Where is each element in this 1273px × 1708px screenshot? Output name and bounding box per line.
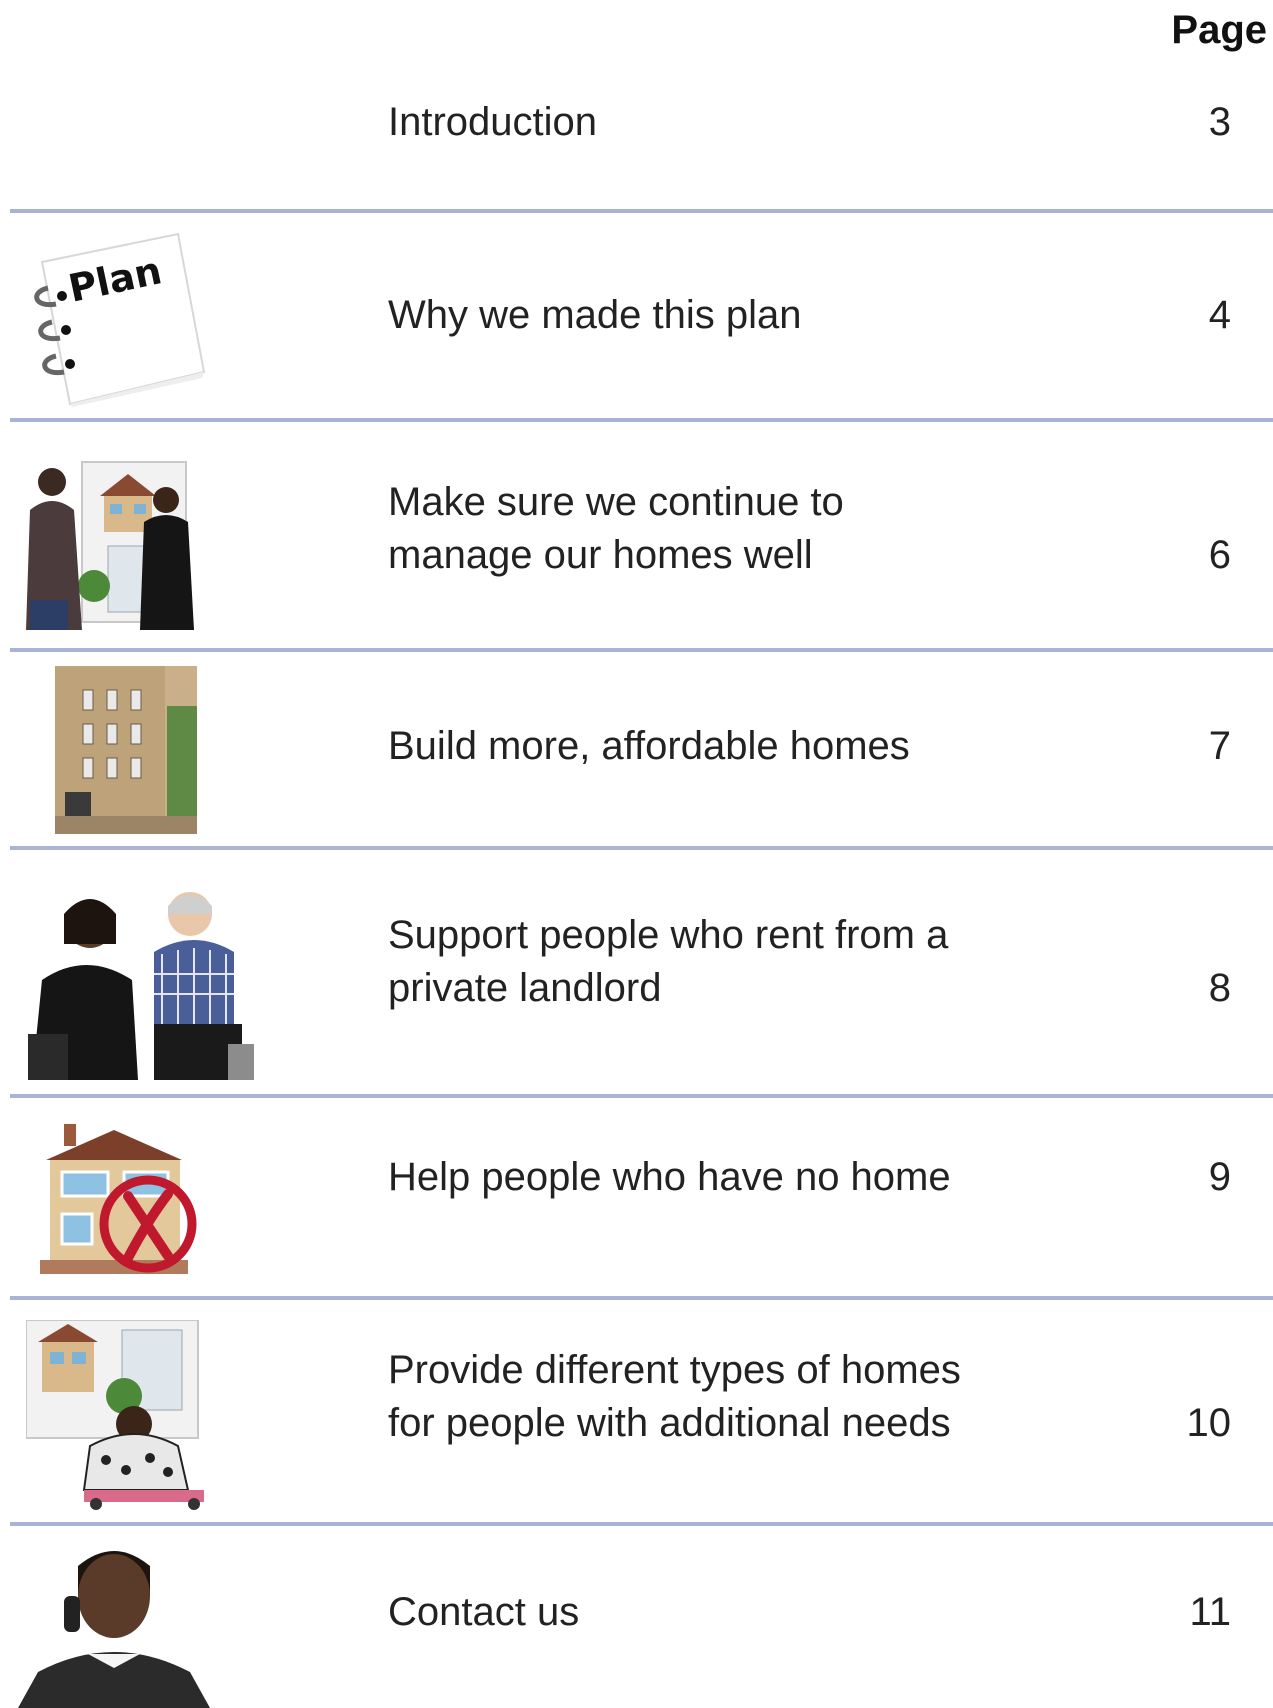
divider xyxy=(10,648,1273,652)
entry-title: Why we made this plan xyxy=(388,293,802,337)
entry-page-number: 11 xyxy=(1189,1590,1231,1634)
entry-page-number: 8 xyxy=(1208,966,1231,1010)
entry-title: Build more, affordable homes xyxy=(388,724,910,768)
entry-title: Help people who have no home xyxy=(388,1155,951,1199)
contents-entry-contact-us[interactable]: Contact us 11 xyxy=(0,1586,1273,1646)
contents-entry-additional-needs[interactable]: Provide different types of homes for peo… xyxy=(0,1344,1273,1454)
contents-entry-support-renters[interactable]: Support people who rent from a private l… xyxy=(0,909,1273,1019)
contents-entry-manage-homes[interactable]: Make sure we continue to manage our home… xyxy=(0,476,1273,586)
entry-title: Contact us xyxy=(388,1590,580,1634)
entry-title-line-2: for people with additional needs xyxy=(388,1401,951,1445)
contents-entry-no-home[interactable]: Help people who have no home 9 xyxy=(0,1151,1273,1211)
contents-entry-build-homes[interactable]: Build more, affordable homes 7 xyxy=(0,720,1273,780)
entry-title-line-1: Provide different types of homes xyxy=(388,1348,961,1392)
entry-page-number: 9 xyxy=(1208,1155,1231,1199)
contents-entry-introduction[interactable]: Introduction 3 xyxy=(0,96,1273,156)
entry-title-line-1: Support people who rent from a xyxy=(388,913,949,957)
entry-page-number: 3 xyxy=(1208,100,1231,144)
divider xyxy=(10,1522,1273,1526)
entry-page-number: 6 xyxy=(1208,533,1231,577)
page-column-header: Page xyxy=(1171,8,1267,52)
divider xyxy=(10,418,1273,422)
entry-title: Introduction xyxy=(388,100,598,144)
entry-title-line-2: private landlord xyxy=(388,966,662,1010)
entry-page-number: 10 xyxy=(1186,1401,1232,1445)
divider xyxy=(10,1094,1273,1098)
entry-title-line-1: Make sure we continue to xyxy=(388,480,844,524)
entry-title-line-2: manage our homes well xyxy=(388,533,813,577)
entry-page-number: 7 xyxy=(1208,724,1231,768)
divider xyxy=(10,1296,1273,1300)
divider xyxy=(10,209,1273,213)
entry-page-number: 4 xyxy=(1208,293,1231,337)
contents-entry-why-we-made-this-plan[interactable]: Why we made this plan 4 xyxy=(0,289,1273,349)
divider xyxy=(10,846,1273,850)
